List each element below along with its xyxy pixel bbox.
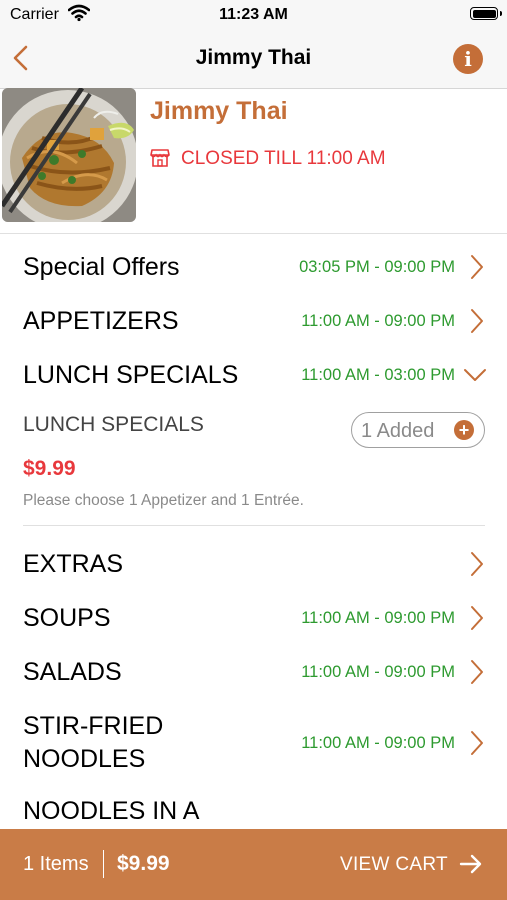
plus-icon: + xyxy=(454,420,474,440)
menu-item-price: $9.99 xyxy=(23,457,76,480)
category-name: SALADS xyxy=(23,658,122,686)
divider xyxy=(23,525,485,526)
category-name: LUNCH SPECIALS xyxy=(23,361,239,389)
added-button[interactable]: 1 Added + xyxy=(351,412,485,448)
battery-icon xyxy=(470,7,498,20)
category-name: NOODLES IN A xyxy=(23,797,200,825)
chevron-right-icon xyxy=(471,309,483,333)
status-time: 11:23 AM xyxy=(219,6,288,23)
status-bar: Carrier 11:23 AM xyxy=(0,0,507,30)
category-hours: 11:00 AM - 09:00 PM xyxy=(301,663,455,681)
category-name-line2: NOODLES xyxy=(23,745,146,773)
cart-separator xyxy=(103,850,104,878)
category-hours: 11:00 AM - 03:00 PM xyxy=(301,366,455,384)
chevron-right-icon xyxy=(471,552,483,576)
category-name: Special Offers xyxy=(23,253,180,281)
restaurant-thumbnail xyxy=(2,88,136,222)
menu-item-name[interactable]: LUNCH SPECIALS xyxy=(23,413,204,437)
view-cart-button[interactable]: VIEW CART xyxy=(340,854,448,876)
category-hours: 11:00 AM - 09:00 PM xyxy=(301,312,455,330)
category-name: STIR-FRIED xyxy=(23,712,164,740)
info-icon[interactable]: i xyxy=(453,44,483,74)
restaurant-header: Jimmy Thai CLOSED TILL 11:00 AM xyxy=(0,88,507,234)
added-label: 1 Added xyxy=(361,420,435,442)
cart-bar[interactable]: 1 Items $9.99 VIEW CART xyxy=(0,829,507,900)
cart-total: $9.99 xyxy=(117,852,170,875)
menu-item-description: Please choose 1 Appetizer and 1 Entrée. xyxy=(23,492,304,509)
chevron-right-icon xyxy=(471,606,483,630)
chevron-right-icon xyxy=(471,255,483,279)
cart-items-count: 1 Items xyxy=(23,853,89,875)
closed-status: CLOSED TILL 11:00 AM xyxy=(181,148,386,169)
category-hours: 03:05 PM - 09:00 PM xyxy=(299,258,455,276)
arrow-right-icon[interactable] xyxy=(459,854,483,874)
chevron-right-icon xyxy=(471,731,483,755)
chevron-right-icon xyxy=(471,660,483,684)
chevron-down-icon xyxy=(464,369,486,381)
category-name: SOUPS xyxy=(23,604,111,632)
nav-bar: Jimmy Thai i xyxy=(0,30,507,89)
category-name: APPETIZERS xyxy=(23,307,179,335)
restaurant-name: Jimmy Thai xyxy=(150,97,288,125)
store-icon xyxy=(150,149,170,167)
category-hours: 11:00 AM - 09:00 PM xyxy=(301,609,455,627)
category-hours: 11:00 AM - 09:00 PM xyxy=(301,734,455,752)
category-name: EXTRAS xyxy=(23,550,124,578)
page-title: Jimmy Thai xyxy=(195,46,312,69)
